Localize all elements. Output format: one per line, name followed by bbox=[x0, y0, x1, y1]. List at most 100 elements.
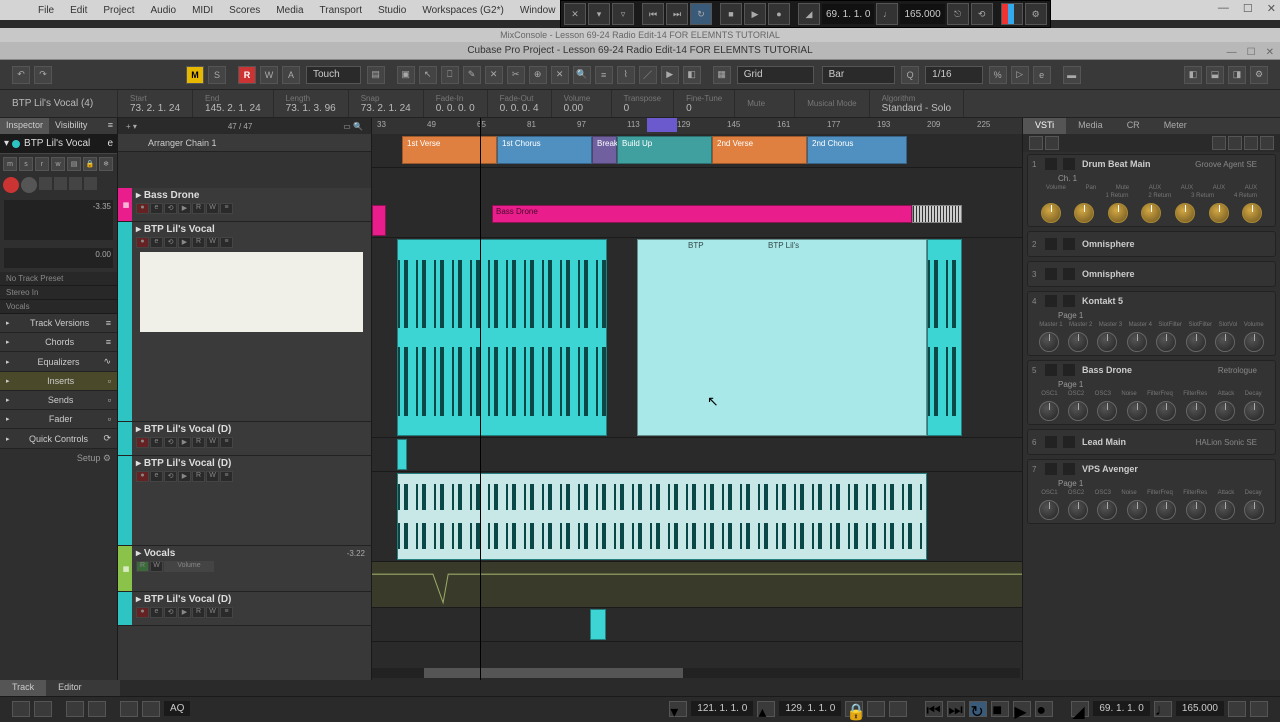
clip-vocal[interactable] bbox=[397, 439, 407, 470]
knob[interactable] bbox=[1156, 332, 1176, 352]
track-side[interactable]: ▦ bbox=[118, 546, 132, 591]
knob[interactable] bbox=[1186, 401, 1206, 421]
play-tool[interactable]: ▶ bbox=[661, 66, 679, 84]
knob[interactable] bbox=[1209, 203, 1229, 223]
section-inserts[interactable]: Inserts▫ bbox=[0, 372, 117, 391]
cycle-button[interactable]: ↻ bbox=[969, 701, 987, 717]
expand-icon[interactable]: ▾ bbox=[4, 138, 9, 149]
menu-media[interactable]: Media bbox=[268, 5, 311, 16]
ib-x1[interactable] bbox=[39, 177, 52, 190]
track-side[interactable] bbox=[118, 592, 132, 625]
menu-workspaces[interactable]: Workspaces (G2*) bbox=[414, 5, 512, 16]
knob[interactable] bbox=[1156, 401, 1176, 421]
arrow-tool[interactable]: ↖ bbox=[419, 66, 437, 84]
routing-input[interactable]: Stereo In bbox=[0, 286, 117, 300]
grid-type-combo[interactable]: Bar bbox=[822, 66, 896, 84]
tempo-track-icon[interactable]: ♩ bbox=[876, 3, 898, 25]
track-btp-vocal[interactable]: ▸ BTP Lil's Vocal ●e⟲▶RW≡ bbox=[118, 222, 371, 422]
line-tool[interactable]: ／ bbox=[639, 66, 657, 84]
info-end[interactable]: 145. 2. 1. 24 bbox=[205, 103, 261, 114]
power-icon[interactable] bbox=[1045, 268, 1057, 280]
inspector-track-header[interactable]: ▾ BTP Lil's Vocal e bbox=[0, 134, 117, 154]
knob[interactable] bbox=[1141, 203, 1161, 223]
edit-icon[interactable] bbox=[1063, 238, 1075, 250]
sync-icon[interactable]: ⎋ bbox=[947, 3, 969, 25]
vsti-slot-5[interactable]: 5Bass DroneRetrologue Page 1 OSC1OSC2OSC… bbox=[1027, 360, 1276, 425]
scrollbar-thumb[interactable] bbox=[424, 668, 683, 678]
expand-icon[interactable]: ▸ bbox=[136, 190, 141, 201]
track-btp-vocal-d2[interactable]: ▸ BTP Lil's Vocal (D) ●e⟲▶RW≡ bbox=[118, 456, 371, 546]
track-side[interactable]: ▦ bbox=[118, 188, 132, 221]
track-vocals-folder[interactable]: ▦ ▸ Vocals -3.22 RWVolume bbox=[118, 546, 371, 592]
next-button[interactable]: ⏭ bbox=[947, 701, 965, 717]
clip-bass[interactable] bbox=[372, 205, 386, 236]
split-tool[interactable]: ✂ bbox=[507, 66, 525, 84]
menu-window[interactable]: Window bbox=[512, 5, 564, 16]
vsti-slot-2[interactable]: 2Omnisphere bbox=[1027, 231, 1276, 257]
locator-range[interactable] bbox=[647, 118, 677, 132]
track-btp-vocal-d3[interactable]: ▸ BTP Lil's Vocal (D) ●e⟲▶RW≡ bbox=[118, 592, 371, 626]
sb-icon[interactable] bbox=[12, 701, 30, 717]
snap-toggle[interactable]: ▦ bbox=[713, 66, 731, 84]
snap-type-combo[interactable]: Grid bbox=[737, 66, 814, 84]
right-locator[interactable]: 129. 1. 1. 0 bbox=[779, 701, 841, 716]
info-volume[interactable]: 0.00 bbox=[564, 103, 599, 114]
ib-m[interactable]: m bbox=[3, 157, 17, 171]
transport-position[interactable]: 69. 1. 1. 0 bbox=[822, 4, 874, 24]
tab-meter[interactable]: Meter bbox=[1152, 118, 1199, 134]
q-panel-icon[interactable]: e bbox=[1033, 66, 1051, 84]
knob[interactable] bbox=[1186, 500, 1206, 520]
knob[interactable] bbox=[1068, 401, 1088, 421]
clip-vocal[interactable] bbox=[927, 239, 962, 436]
tab-media[interactable]: Media bbox=[1066, 118, 1115, 134]
section-chords[interactable]: Chords≡ bbox=[0, 333, 117, 352]
erase-tool[interactable]: ✕ bbox=[485, 66, 503, 84]
ib-x4[interactable] bbox=[84, 177, 97, 190]
setup-toolbar-icon[interactable]: ⚙ bbox=[1250, 66, 1268, 84]
track-side[interactable] bbox=[118, 456, 132, 545]
mute-tool[interactable]: ✕ bbox=[551, 66, 569, 84]
power-icon[interactable] bbox=[1045, 364, 1057, 376]
transport-toolbar[interactable]: ✕ ▾ ▿ ⏮ ⏭ ↻ ■ ▶ ● ◢ 69. 1. 1. 0 ♩ 165.00… bbox=[560, 0, 1051, 28]
menu-transport[interactable]: Transport bbox=[312, 5, 370, 16]
record-button[interactable]: ● bbox=[1035, 701, 1053, 717]
knob[interactable] bbox=[1068, 332, 1088, 352]
select-tool[interactable]: ▣ bbox=[397, 66, 415, 84]
record-button[interactable]: ● bbox=[768, 3, 790, 25]
knob[interactable] bbox=[1039, 332, 1059, 352]
arranger-track[interactable]: Arranger Chain 1 bbox=[118, 134, 371, 152]
lane-btp-vocal-d3[interactable] bbox=[372, 608, 1022, 642]
quantize-combo[interactable]: 1/16 bbox=[925, 66, 982, 84]
arranger-block[interactable]: 2nd Chorus bbox=[807, 136, 907, 164]
power-icon[interactable] bbox=[1045, 158, 1057, 170]
lane-btp-vocal-d2[interactable]: BTP Lil's Vocal (BTP Lil BTP Lil's bbox=[372, 472, 1022, 562]
knob[interactable] bbox=[1097, 401, 1117, 421]
arranger-block[interactable]: 1st Chorus bbox=[497, 136, 592, 164]
info-snap[interactable]: 73. 2. 1. 24 bbox=[361, 103, 411, 114]
punch-icon[interactable]: ▿ bbox=[612, 3, 634, 25]
prev-preset-icon[interactable] bbox=[1212, 136, 1226, 150]
position-display[interactable]: 69. 1. 1. 0 bbox=[1093, 701, 1149, 716]
info-fadein[interactable]: 0. 0. 0. 0 bbox=[436, 103, 475, 114]
click-icon[interactable] bbox=[1228, 701, 1246, 717]
mute-button[interactable]: M bbox=[186, 66, 204, 84]
comp-tool[interactable]: ≡ bbox=[595, 66, 613, 84]
arranger-block[interactable]: 1st Verse bbox=[402, 136, 497, 164]
tempo-display[interactable]: 165.000 bbox=[1176, 701, 1224, 716]
add-vsti-icon[interactable] bbox=[1029, 136, 1043, 150]
clip-vocal-d[interactable]: BTP Lil's Vocal (BTP Lil BTP Lil's bbox=[397, 473, 927, 560]
meter-icon[interactable] bbox=[1001, 3, 1023, 25]
knob[interactable] bbox=[1039, 401, 1059, 421]
iq-icon[interactable]: % bbox=[989, 66, 1007, 84]
vsti-slot-6[interactable]: 6Lead MainHALion Sonic SE bbox=[1027, 429, 1276, 455]
sb-icon[interactable] bbox=[66, 701, 84, 717]
inspector-track-name[interactable]: BTP Lil's Vocal bbox=[24, 138, 90, 149]
knob[interactable] bbox=[1186, 332, 1206, 352]
quantize-icon[interactable]: Q bbox=[901, 66, 919, 84]
sb-icon[interactable] bbox=[120, 701, 138, 717]
ib-lock[interactable]: 🔒 bbox=[83, 157, 97, 171]
clip-vocal-selected[interactable]: BTP BTP Lil's bbox=[637, 239, 927, 436]
stop-button[interactable]: ■ bbox=[720, 3, 742, 25]
knob[interactable] bbox=[1156, 500, 1176, 520]
add-track-icon[interactable]: + ▾ bbox=[126, 122, 137, 131]
